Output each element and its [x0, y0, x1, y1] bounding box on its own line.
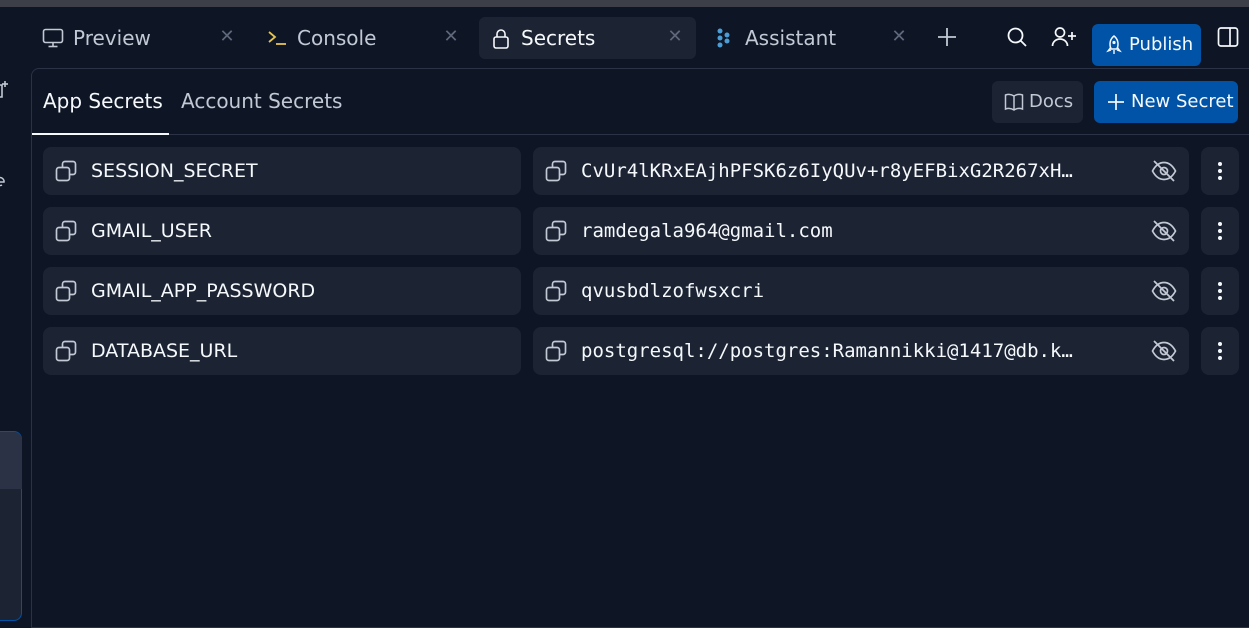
secret-key: GMAIL_USER: [91, 220, 212, 242]
copy-icon[interactable]: [55, 220, 77, 242]
publish-button[interactable]: Publish: [1092, 24, 1201, 66]
copy-icon[interactable]: [545, 220, 567, 242]
secret-value-field[interactable]: qvusbdlzofwsxcri: [533, 267, 1189, 315]
secret-key: DATABASE_URL: [91, 340, 238, 362]
secret-value-field[interactable]: CvUr4lKRxEAjhPFSK6z6IyQUv+r8yEFBixG2R267…: [533, 147, 1189, 195]
assistant-logo-icon: [713, 26, 737, 50]
secret-value: ramdegala964@gmail.com: [581, 220, 833, 242]
terminal-prompt-icon: [265, 26, 289, 50]
secret-key: GMAIL_APP_PASSWORD: [91, 280, 316, 302]
secret-value-field[interactable]: ramdegala964@gmail.com: [533, 207, 1189, 255]
window-top-strip: [0, 0, 1249, 7]
tab-label: Console: [297, 26, 377, 50]
tab-console[interactable]: Console ✕: [255, 17, 470, 59]
row-menu-button[interactable]: [1201, 267, 1239, 315]
eye-off-icon[interactable]: [1151, 159, 1177, 183]
rocket-icon: [1105, 35, 1123, 59]
row-menu-button[interactable]: [1201, 147, 1239, 195]
secret-key-field[interactable]: DATABASE_URL: [43, 327, 521, 375]
truncated-sidebar-text: [0, 172, 8, 195]
secret-key-field[interactable]: GMAIL_USER: [43, 207, 521, 255]
secrets-panel: App Secrets Account Secrets Docs New Sec…: [31, 68, 1249, 628]
secret-row: SESSION_SECRET CvUr4lKRxEAjhPFSK6z6IyQUv…: [43, 147, 1239, 195]
secret-row: GMAIL_APP_PASSWORD qvusbdlzofwsxcri: [43, 267, 1239, 315]
tab-assistant[interactable]: Assistant ✕: [703, 17, 918, 59]
workspace-tab-bar: Preview ✕ Console ✕ Secrets ✕ Assistant …: [0, 7, 1249, 69]
book-icon: [1004, 93, 1024, 115]
new-tab-button[interactable]: [931, 21, 963, 53]
copy-icon[interactable]: [55, 340, 77, 362]
secret-row: DATABASE_URL postgresql://postgres:Raman…: [43, 327, 1239, 375]
add-user-icon: [1051, 27, 1076, 47]
close-tab-icon[interactable]: ✕: [665, 27, 685, 47]
split-pane-icon: [1217, 27, 1239, 47]
copy-icon[interactable]: [55, 160, 77, 182]
publish-label: Publish: [1129, 34, 1194, 55]
tab-secrets[interactable]: Secrets ✕: [479, 17, 696, 59]
search-button[interactable]: [1001, 21, 1033, 53]
secret-key: SESSION_SECRET: [91, 160, 258, 182]
copy-icon[interactable]: [545, 280, 567, 302]
active-subtab-indicator: [32, 133, 169, 135]
copy-icon[interactable]: [55, 280, 77, 302]
tab-account-secrets[interactable]: Account Secrets: [181, 89, 342, 113]
tab-label: Preview: [73, 26, 151, 50]
eye-off-icon[interactable]: [1151, 219, 1177, 243]
tab-label: Secrets: [521, 26, 596, 50]
new-secret-button[interactable]: New Secret: [1094, 81, 1238, 123]
close-tab-icon[interactable]: ✕: [889, 27, 909, 47]
row-menu-button[interactable]: [1201, 207, 1239, 255]
docs-label: Docs: [1029, 91, 1074, 112]
tab-label: Assistant: [745, 26, 837, 50]
eye-off-icon[interactable]: [1151, 339, 1177, 363]
more-vertical-icon: [1218, 282, 1222, 300]
copy-icon[interactable]: [545, 340, 567, 362]
tab-app-secrets[interactable]: App Secrets: [43, 89, 163, 113]
search-icon: [1007, 27, 1027, 47]
eye-off-icon[interactable]: [1151, 279, 1177, 303]
row-menu-button[interactable]: [1201, 327, 1239, 375]
more-vertical-icon: [1218, 222, 1222, 240]
secret-value: postgresql://postgres:Ramannikki@1417@db…: [581, 340, 1073, 362]
secret-row: GMAIL_USER ramdegala964@gmail.com: [43, 207, 1239, 255]
plus-icon: [938, 28, 956, 46]
tab-preview[interactable]: Preview ✕: [31, 17, 246, 59]
new-secret-label: New Secret: [1131, 91, 1234, 112]
new-file-icon[interactable]: [0, 81, 8, 106]
plus-icon: [1107, 93, 1125, 115]
sidebar-card-header: [0, 432, 22, 489]
secret-value: CvUr4lKRxEAjhPFSK6z6IyQUv+r8yEFBixG2R267…: [581, 160, 1073, 182]
secret-value: qvusbdlzofwsxcri: [581, 280, 765, 302]
monitor-icon: [41, 26, 65, 50]
lock-icon: [489, 26, 513, 50]
secrets-subtabs: App Secrets Account Secrets Docs New Sec…: [32, 69, 1249, 135]
secret-key-field[interactable]: SESSION_SECRET: [43, 147, 521, 195]
secret-value-field[interactable]: postgresql://postgres:Ramannikki@1417@db…: [533, 327, 1189, 375]
close-tab-icon[interactable]: ✕: [441, 27, 461, 47]
invite-button[interactable]: [1048, 21, 1080, 53]
more-vertical-icon: [1218, 342, 1222, 360]
toggle-layout-button[interactable]: [1212, 21, 1244, 53]
copy-icon[interactable]: [545, 160, 567, 182]
docs-button[interactable]: Docs: [992, 81, 1083, 123]
more-vertical-icon: [1218, 162, 1222, 180]
close-tab-icon[interactable]: ✕: [217, 27, 237, 47]
secret-key-field[interactable]: GMAIL_APP_PASSWORD: [43, 267, 521, 315]
sidebar-card[interactable]: [0, 431, 22, 621]
